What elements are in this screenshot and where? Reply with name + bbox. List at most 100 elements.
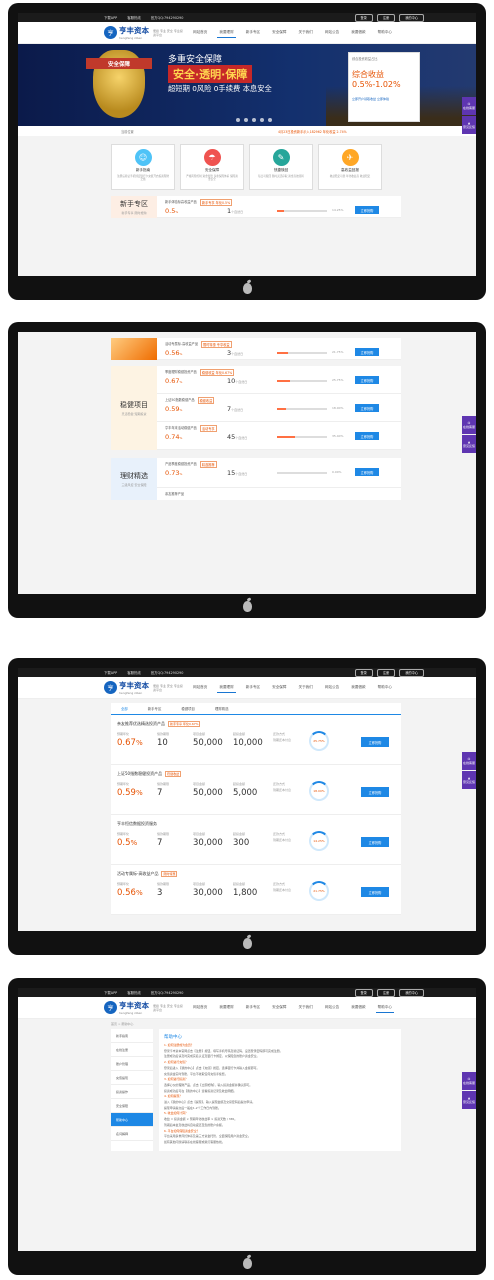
yield-card-link[interactable]: 立即开户领取收益 立即体验 (352, 97, 416, 101)
login-button[interactable]: 登录 (354, 669, 373, 677)
logo[interactable]: 亨 亨丰资本 hengfeng ziben (104, 680, 149, 695)
nav-item-newbie[interactable]: 新手专区 (244, 1003, 262, 1013)
my-center-button[interactable]: 我的中心 (399, 669, 424, 677)
feedback-button[interactable]: ▲ 意见反馈 (462, 435, 476, 453)
card-title[interactable]: 活动专属标-高收益产品 (117, 871, 158, 877)
nav-item-invest[interactable]: 我要理财 (217, 1003, 235, 1013)
register-button[interactable]: 注册 (376, 669, 396, 677)
nav-item-safety[interactable]: 安全保障 (270, 1003, 288, 1013)
nav-item-home[interactable]: 网站首页 (191, 28, 209, 38)
yield-card-head: 综合收益 (352, 70, 384, 79)
buy-button[interactable]: 立即抢购 (355, 468, 379, 476)
side-tools: ☊ 在线客服 ▲ 意见反馈 (462, 416, 476, 453)
nav-item-help[interactable]: 帮助中心 (375, 1003, 394, 1013)
nav-item-borrow[interactable]: 我要借款 (349, 683, 367, 693)
product-name[interactable]: 上证50指数稳健产品 (165, 397, 195, 404)
logo[interactable]: 亨 亨丰资本 hengfeng ziben (104, 25, 149, 40)
card-title[interactable]: 亨丰恒信数据投资服务 (117, 821, 157, 827)
feedback-button[interactable]: ▲ 意见反馈 (462, 771, 476, 789)
tab-stable[interactable]: 稳健项目 (171, 703, 205, 714)
nav-item-notice[interactable]: 网站公告 (323, 683, 341, 693)
notice-text[interactable]: 4月23日投资新手示入182962 年化收益 2.74% (278, 129, 347, 134)
product-name[interactable]: 亨丰年末活动稳健产品 (165, 425, 197, 432)
register-button[interactable]: 注册 (376, 14, 396, 22)
section-subtitle: 三级风控 安全保障 (121, 483, 147, 487)
register-button[interactable]: 注册 (376, 989, 396, 997)
feature-card-guide[interactable]: ☺ 新手指南 注册后验证手机绑定银行卡充值开启投资理财之旅 (111, 144, 175, 190)
product-name[interactable]: 产品季度稳健投资产品 (165, 461, 197, 468)
progress-ring: 18.00% (309, 781, 329, 801)
help-sidebar-item[interactable]: 充值提现 (111, 1071, 153, 1085)
help-sidebar-item[interactable]: 安全保障 (111, 1099, 153, 1113)
nav-item-help[interactable]: 帮助中心 (376, 683, 394, 693)
nav-item-newbie[interactable]: 新手专区 (244, 28, 262, 38)
product-name[interactable]: 亲友推荐产品 (165, 491, 184, 496)
col-label: 还款方式 (273, 782, 286, 786)
buy-button[interactable]: 立即抢购 (355, 404, 379, 412)
download-app-link[interactable]: 下载APP (104, 990, 117, 995)
nav-item-safety[interactable]: 安全保障 (270, 683, 288, 693)
nav-item-home[interactable]: 网站首页 (191, 1003, 209, 1013)
col-repay: 还款方式 到期还本付息 (273, 882, 291, 892)
buy-button[interactable]: 立即抢购 (355, 376, 379, 384)
my-center-button[interactable]: 我的中心 (399, 14, 424, 22)
product-name[interactable]: 活动专属标-高收益产品 (165, 341, 198, 348)
feedback-button[interactable]: ▲ 意见反馈 (462, 1091, 476, 1109)
nav-item-help[interactable]: 帮助中心 (376, 28, 394, 38)
login-button[interactable]: 登录 (354, 989, 373, 997)
carousel-dots[interactable] (236, 118, 272, 122)
buy-button[interactable]: 立即抢购 (355, 206, 379, 214)
feature-card-redeem[interactable]: ✎ 快捷赎回 每日可赎回 随时灵活存取 资金高效流转 (249, 144, 313, 190)
feedback-button[interactable]: ▲ 意见反馈 (462, 116, 476, 134)
help-sidebar-item[interactable]: 账户管理 (111, 1057, 153, 1071)
product-tabs: 全部 新手专区 稳健项目 理财精选 (111, 703, 401, 715)
buy-button[interactable]: 立即抢购 (361, 787, 389, 797)
col-repay: 还款方式 到期还本付息 (273, 782, 291, 792)
my-center-button[interactable]: 我的中心 (399, 989, 424, 997)
section-subtitle: 灵活稳健 短期投资 (121, 412, 147, 416)
card-title[interactable]: 上证50指数稳健投资产品 (117, 771, 162, 777)
feature-card-return[interactable]: ✈ 高收益回报 收益稳定可靠 年化收益高 收益稳定 (318, 144, 382, 190)
nav-item-about[interactable]: 关于我们 (297, 1003, 315, 1013)
tab-newbie[interactable]: 新手专区 (138, 703, 172, 714)
nav-item-newbie[interactable]: 新手专区 (244, 683, 262, 693)
service-button[interactable]: ☊ 在线客服 (462, 97, 476, 115)
buy-button[interactable]: 立即抢购 (361, 887, 389, 897)
buy-button[interactable]: 立即抢购 (361, 837, 389, 847)
service-button[interactable]: ☊ 在线客服 (462, 752, 476, 770)
service-button[interactable]: ☊ 在线客服 (462, 416, 476, 434)
nav-item-notice[interactable]: 网站公告 (323, 1003, 341, 1013)
help-sidebar-item[interactable]: 名词解释 (111, 1127, 153, 1141)
download-app-link[interactable]: 下载APP (104, 15, 117, 20)
top-bar: 下载APP 客服热线 官方QQ:794290290 登录 注册 我的中心 (18, 668, 476, 677)
nav-item-home[interactable]: 网站首页 (191, 683, 209, 693)
invest-card: 上证50指数稳健投资产品 稳健收益 预期年化 0.59% 借款期限 7 项目金额 50,000… (111, 765, 401, 815)
tab-all[interactable]: 全部 (111, 703, 138, 714)
login-button[interactable]: 登录 (354, 14, 373, 22)
nav-item-borrow[interactable]: 我要借款 (349, 1003, 367, 1013)
invest-card: 活动专属标-高收益产品 限时特惠 预期年化 0.56% 借款期限 3 项目金额 30,000 起… (111, 865, 401, 915)
buy-button[interactable]: 立即抢购 (355, 348, 379, 356)
service-button[interactable]: ☊ 在线客服 (462, 1072, 476, 1090)
feature-card-safety[interactable]: ☂ 安全保障 严格风险控制 资金监管 多重保障体系 保障资金安全 (180, 144, 244, 190)
nav-item-notice[interactable]: 网站公告 (323, 28, 341, 38)
help-sidebar-item[interactable]: 新手指南 (111, 1029, 153, 1043)
nav-item-invest[interactable]: 我要理财 (217, 683, 236, 693)
nav-item-borrow[interactable]: 我要借款 (349, 28, 367, 38)
tab-finance[interactable]: 理财精选 (205, 703, 239, 714)
product-name[interactable]: 新手体验标高收益产品 (165, 199, 197, 206)
nav-item-safety[interactable]: 安全保障 (270, 28, 288, 38)
buy-button[interactable]: 立即抢购 (361, 737, 389, 747)
help-sidebar-item[interactable]: 投资操作 (111, 1085, 153, 1099)
buy-button[interactable]: 立即抢购 (355, 432, 379, 440)
logo[interactable]: 亨 亨丰资本 hengfeng ziben (104, 1000, 149, 1015)
help-sidebar-item[interactable]: 在线注册 (111, 1043, 153, 1057)
nav-item-invest[interactable]: 我要理财 (217, 28, 236, 38)
nav-item-about[interactable]: 关于我们 (297, 28, 315, 38)
help-sidebar-item[interactable]: 帮助中心 (111, 1113, 153, 1127)
hero-banner[interactable]: 安全保障 多重安全保障 安全·透明·保障 超短期 0风险 0手续费 本息安全 综… (18, 44, 476, 126)
nav-item-about[interactable]: 关于我们 (297, 683, 315, 693)
download-app-link[interactable]: 下载APP (104, 670, 117, 675)
card-title[interactable]: 亲友推荐优选精选投资产品 (117, 721, 165, 727)
product-name[interactable]: 季度理财稳健投资产品 (165, 369, 197, 376)
